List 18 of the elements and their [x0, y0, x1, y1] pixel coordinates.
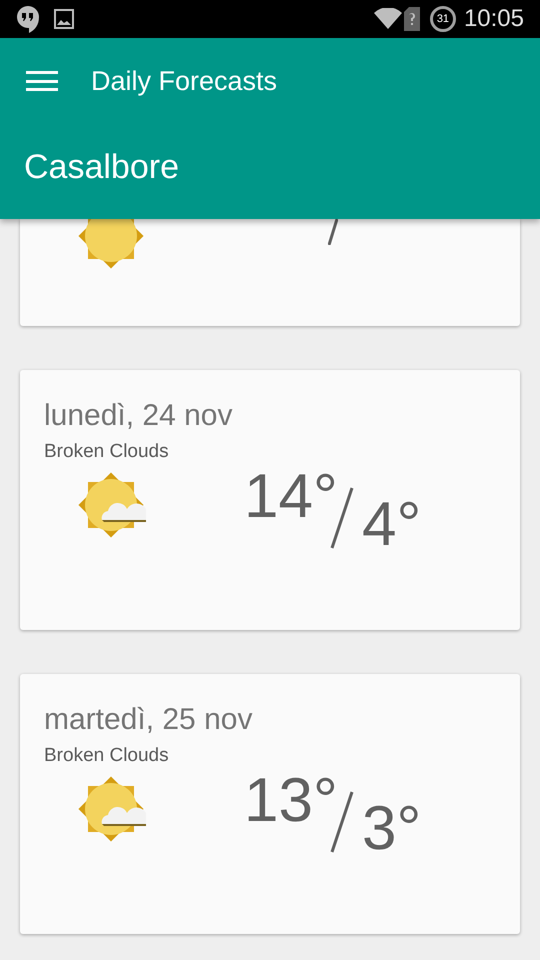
location-title: Casalbore — [24, 148, 179, 186]
app-title: Daily Forecasts — [91, 64, 278, 98]
wifi-icon — [374, 8, 402, 30]
chat-bubble-icon — [16, 5, 40, 33]
sim-card-icon — [404, 7, 420, 31]
clock-time: 10:05 — [464, 4, 524, 34]
day-label: martedì, 25 nov — [44, 702, 254, 738]
low-temperature: 3° — [362, 794, 422, 864]
forecast-card[interactable]: martedì, 25 nov Broken Clouds 13° 3° — [20, 674, 520, 934]
condition-label: Broken Clouds — [44, 440, 170, 464]
forecast-card[interactable]: lunedì, 24 nov Broken Clouds 14° 4° — [20, 370, 520, 630]
slash-separator — [328, 219, 338, 245]
low-temperature: 4° — [362, 490, 422, 560]
condition-label: Broken Clouds — [44, 744, 170, 768]
image-icon — [54, 9, 74, 29]
menu-button[interactable] — [26, 69, 58, 93]
calendar-badge: 31 — [430, 6, 456, 32]
day-label: lunedì, 24 nov — [44, 398, 234, 434]
